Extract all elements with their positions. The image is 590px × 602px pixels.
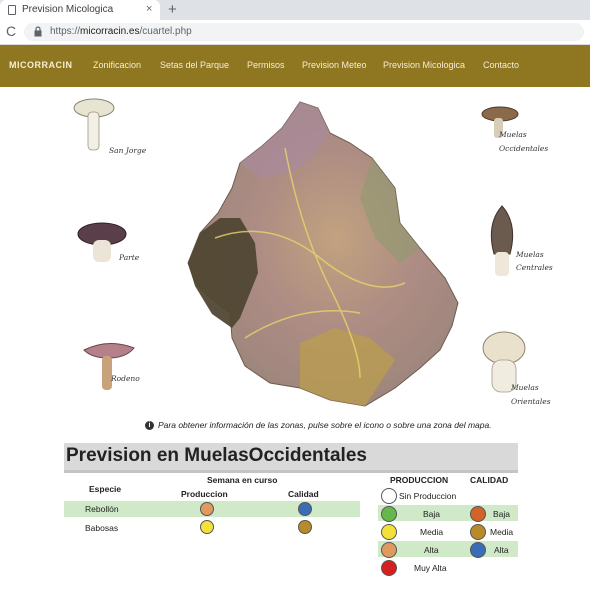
legend-produccion-dot [381,560,397,576]
mushroom-label-parte: Parte [119,253,140,262]
legend-produccion-header: PRODUCCION [390,475,449,485]
legend-calidad-dot [470,506,486,522]
lock-icon [34,26,42,37]
prevision-header: Prevision en MuelasOccidentales [64,443,518,473]
tab-bar: Prevision Micologica × + [0,0,590,20]
legend-produccion-dot [381,506,397,522]
url-host: micorracin.es [80,26,140,37]
url-path: /cuartel.php [139,26,192,37]
new-tab-button[interactable]: + [168,1,177,18]
mushroom-label-san-jorge: San Jorge [109,146,147,155]
legend-produccion-label: Sin Produccion [399,491,457,501]
close-tab-icon[interactable]: × [146,3,152,15]
mushroom-muelas-centrales-icon[interactable] [484,204,520,280]
url-field[interactable]: https://micorracin.es/cuartel.php [24,23,584,41]
address-bar: C https://micorracin.es/cuartel.php [0,20,590,45]
url-scheme: https:// [50,26,81,37]
legend-produccion-label: Baja [423,509,441,519]
nav-link-zonificacion[interactable]: Zonificacion [93,60,141,70]
calidad-dot [298,502,312,516]
species-name: Rebollón [85,504,119,514]
legend-calidad-header: CALIDAD [470,475,509,485]
mushroom-label-muelas-orientales: Muelas Orientales [511,383,551,406]
section-title: Prevision en MuelasOccidentales [66,445,367,466]
mushroom-rodeno-icon[interactable] [80,336,138,398]
legend-produccion-dot [381,524,397,540]
produccion-dot [200,502,214,516]
legend-produccion-label: Alta [424,545,439,555]
legend-produccion-label: Muy Alta [414,563,447,573]
calidad-dot [298,520,312,534]
legend-calidad-label: Alta [494,545,509,555]
header-produccion: Produccion [181,489,228,499]
nav-link-setas[interactable]: Setas del Parque [160,60,229,70]
legend-calidad-dot [470,542,486,558]
browser-tab[interactable]: Prevision Micologica × [0,0,160,20]
url-text: https://micorracin.es/cuartel.php [50,26,192,37]
legend-calidad-label: Media [490,527,514,537]
site-logo[interactable]: MICORRACIN [9,60,73,70]
legend-calidad-dot [470,524,486,540]
mushroom-label-muelas-centrales: Muelas Centrales [516,250,553,272]
nav-link-contacto[interactable]: Contacto [483,60,519,70]
site-navbar: MICORRACIN Zonificacion Setas del Parque… [0,45,590,87]
page-icon [8,5,16,15]
mushroom-label-rodeno: Rodeno [111,374,140,383]
info-icon: i [145,421,154,430]
tab-title: Prevision Micologica [22,4,114,15]
map-hint: i Para obtener información de las zonas, … [145,420,492,430]
legend-produccion-dot [381,488,397,504]
map-hint-text: Para obtener información de las zonas, p… [158,420,492,430]
legend-produccion-label: Media [420,527,444,537]
header-calidad: Calidad [288,489,319,499]
species-name: Babosas [85,523,119,533]
nav-link-prevision-micologica[interactable]: Prevision Micologica [383,60,465,70]
mushroom-label-muelas-occidentales: Muelas Occidentales [499,130,549,153]
legend-calidad-label: Baja [493,509,511,519]
nav-link-prevision-meteo[interactable]: Prevision Meteo [302,60,367,70]
produccion-dot [200,520,214,534]
header-semana: Semana en curso [207,475,278,485]
header-especie: Especie [89,484,122,494]
nav-link-permisos[interactable]: Permisos [247,60,285,70]
legend-produccion-dot [381,542,397,558]
reload-icon[interactable]: C [6,23,16,39]
